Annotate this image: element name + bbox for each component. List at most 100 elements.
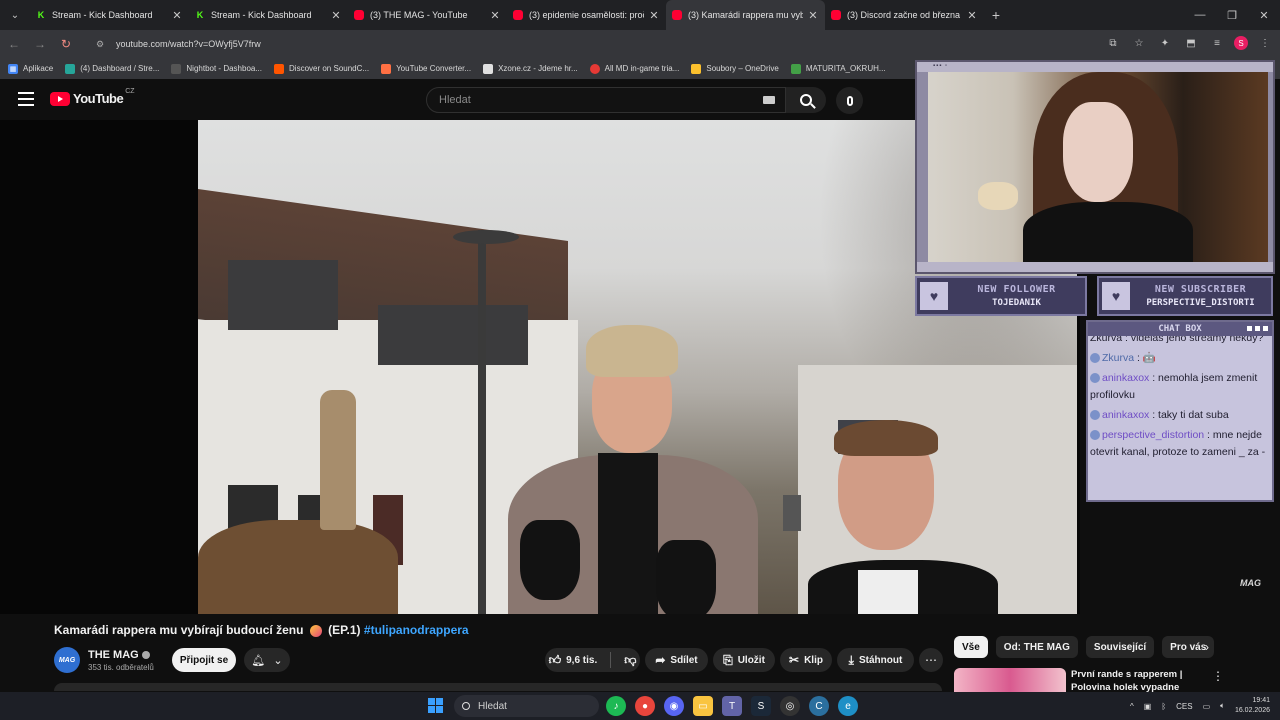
edge-icon[interactable]: e xyxy=(838,696,858,716)
tray-app-icon[interactable]: ▣ xyxy=(1144,702,1152,711)
browser-tab-active[interactable]: (3) Kamarádi rappera mu vybíra ✕ xyxy=(666,0,825,30)
windows-start-icon[interactable] xyxy=(428,698,443,713)
keyboard-icon[interactable] xyxy=(763,96,775,104)
voice-search-button[interactable] xyxy=(836,87,863,114)
chevron-up-icon[interactable]: ^ xyxy=(1130,702,1134,711)
forward-icon[interactable]: → xyxy=(28,32,52,56)
clip-button[interactable]: ✂ Klip xyxy=(780,648,832,672)
browser-tab[interactable]: K Stream - Kick Dashboard ✕ xyxy=(30,0,189,30)
menu-icon[interactable] xyxy=(18,92,34,106)
chevron-right-icon[interactable]: › xyxy=(1198,638,1216,656)
bookmark-item[interactable]: Xzone.cz - Jdeme hr... xyxy=(483,63,578,74)
dislike-icon[interactable]: 👎︎ xyxy=(624,653,636,668)
bookmark-item[interactable]: Nightbot - Dashboa... xyxy=(171,63,262,74)
browser-tab[interactable]: (3) THE MAG - YouTube ✕ xyxy=(348,0,507,30)
close-window-icon[interactable]: ✕ xyxy=(1248,0,1280,30)
language-indicator[interactable]: CES xyxy=(1176,702,1192,711)
video-hashtag-link[interactable]: #tulipanodrappera xyxy=(364,623,469,637)
tshirt-shape xyxy=(858,570,918,614)
recommendation-title[interactable]: První rande s rapperem | Polovina holek … xyxy=(1071,668,1201,692)
md-icon xyxy=(589,63,600,74)
browser-tab-bar: ⌄ K Stream - Kick Dashboard ✕ K Stream -… xyxy=(0,0,1280,30)
bookmark-item[interactable]: Soubory – OneDrive xyxy=(691,63,779,74)
youtube-icon xyxy=(354,10,364,20)
like-icon[interactable]: 👍︎ xyxy=(549,653,562,668)
app-c-icon[interactable]: C xyxy=(809,696,829,716)
close-icon[interactable]: ✕ xyxy=(648,9,660,22)
bluetooth-icon[interactable]: ᛒ xyxy=(1161,702,1166,711)
kick-icon: K xyxy=(196,10,204,20)
bookmark-apps[interactable]: ▦ Aplikace xyxy=(8,63,53,74)
hair-shape xyxy=(586,325,678,377)
media-icon[interactable]: ≡ xyxy=(1208,34,1226,52)
profile-avatar[interactable]: S xyxy=(1234,36,1248,50)
extension-icon[interactable]: ✦ xyxy=(1156,34,1174,52)
close-icon[interactable]: ✕ xyxy=(171,9,183,22)
minimize-icon[interactable]: — xyxy=(1184,0,1216,30)
taskbar-clock[interactable]: 19:41 16.02.2026 xyxy=(1235,696,1270,716)
more-vertical-icon[interactable]: ⋮ xyxy=(1212,669,1224,683)
face-shape xyxy=(1063,102,1133,202)
teams-icon[interactable]: T xyxy=(722,696,742,716)
spotify-icon[interactable]: ♪ xyxy=(606,696,626,716)
back-icon[interactable]: ← xyxy=(2,32,26,56)
volume-icon[interactable]: 🔈︎ xyxy=(1220,701,1225,711)
recommendation-thumbnail[interactable] xyxy=(954,668,1066,692)
save-icon: ⎘ xyxy=(723,652,733,667)
browser-tab[interactable]: (3) epidemie osamělosti: proč s ✕ xyxy=(507,0,666,30)
reload-icon[interactable]: ↻ xyxy=(54,32,78,56)
bookmark-item[interactable]: (4) Dashboard / Stre... xyxy=(65,63,159,74)
obs-icon[interactable]: ◎ xyxy=(780,696,800,716)
monitor-icon[interactable]: ▭ xyxy=(1203,702,1211,711)
channel-avatar[interactable]: MAG xyxy=(54,647,80,673)
bookmark-star-icon[interactable]: ☆ xyxy=(1130,34,1148,52)
taskbar-search[interactable]: Hledat xyxy=(454,695,599,717)
tab-search-button[interactable]: ⌄ xyxy=(0,0,30,30)
bookmark-label: MATURITA_OKRUH... xyxy=(805,64,886,73)
youtube-logo[interactable]: YouTube CZ xyxy=(50,88,135,106)
badge-icon xyxy=(1090,353,1100,364)
chip-all[interactable]: Vše xyxy=(954,636,988,658)
cast-icon[interactable]: ⧉ xyxy=(1104,34,1122,52)
puzzle-icon[interactable]: ⬒ xyxy=(1182,34,1200,52)
bookmark-item[interactable]: MATURITA_OKRUH... xyxy=(790,63,886,74)
browser-tab[interactable]: K Stream - Kick Dashboard ✕ xyxy=(189,0,348,30)
bookmark-item[interactable]: YouTube Converter... xyxy=(381,63,471,74)
bookmark-label: Soubory – OneDrive xyxy=(706,64,779,73)
cat-icon xyxy=(1090,410,1100,421)
close-icon[interactable]: ✕ xyxy=(966,9,978,22)
chip-from-channel[interactable]: Od: THE MAG xyxy=(995,636,1078,658)
save-label: Uložit xyxy=(737,654,765,666)
browser-tab[interactable]: (3) Discord začne od března ov ✕ xyxy=(825,0,984,30)
like-count[interactable]: 9,6 tis. xyxy=(566,655,597,666)
more-actions-button[interactable]: ⋯ xyxy=(919,648,943,672)
bookmark-item[interactable]: All MD in-game tria... xyxy=(589,63,679,74)
restore-icon[interactable]: ❐ xyxy=(1216,0,1248,30)
chrome-icon[interactable]: ● xyxy=(635,696,655,716)
channel-watermark[interactable]: MAG xyxy=(1240,578,1261,588)
download-button[interactable]: ⤓ Stáhnout xyxy=(837,648,914,672)
chip-related[interactable]: Související xyxy=(1085,636,1155,658)
description-box[interactable] xyxy=(54,683,942,691)
discord-icon[interactable]: ◉ xyxy=(664,696,684,716)
close-icon[interactable]: ✕ xyxy=(489,9,501,22)
new-tab-button[interactable]: + xyxy=(984,7,1008,23)
bookmark-item[interactable]: Discover on SoundC... xyxy=(274,63,369,74)
subscribe-bell-button[interactable]: 🔔︎ ⌄ xyxy=(244,648,290,672)
close-icon[interactable]: ✕ xyxy=(807,9,819,22)
share-button[interactable]: ➦ Sdílet xyxy=(645,648,708,672)
menu-dots-icon[interactable]: ⋮ xyxy=(1256,34,1274,52)
search-button[interactable] xyxy=(786,87,826,113)
site-info-icon[interactable]: ⚙ xyxy=(96,39,110,50)
share-icon: ➦ xyxy=(655,653,666,667)
webcam-overlay: ▪▪▪ ▫ xyxy=(915,60,1275,274)
join-button[interactable]: Připojit se xyxy=(172,648,236,672)
body-shape xyxy=(1023,202,1193,262)
close-icon[interactable]: ✕ xyxy=(330,9,342,22)
search-input[interactable]: Hledat xyxy=(426,87,786,113)
folder-icon[interactable]: ▭ xyxy=(693,696,713,716)
channel-name[interactable]: THE MAG xyxy=(88,649,150,661)
steam-icon[interactable]: S xyxy=(751,696,771,716)
save-button[interactable]: ⎘ Uložit xyxy=(713,648,775,672)
address-bar[interactable]: ⚙ youtube.com/watch?v=OWyfj5V7frw xyxy=(90,32,1090,56)
